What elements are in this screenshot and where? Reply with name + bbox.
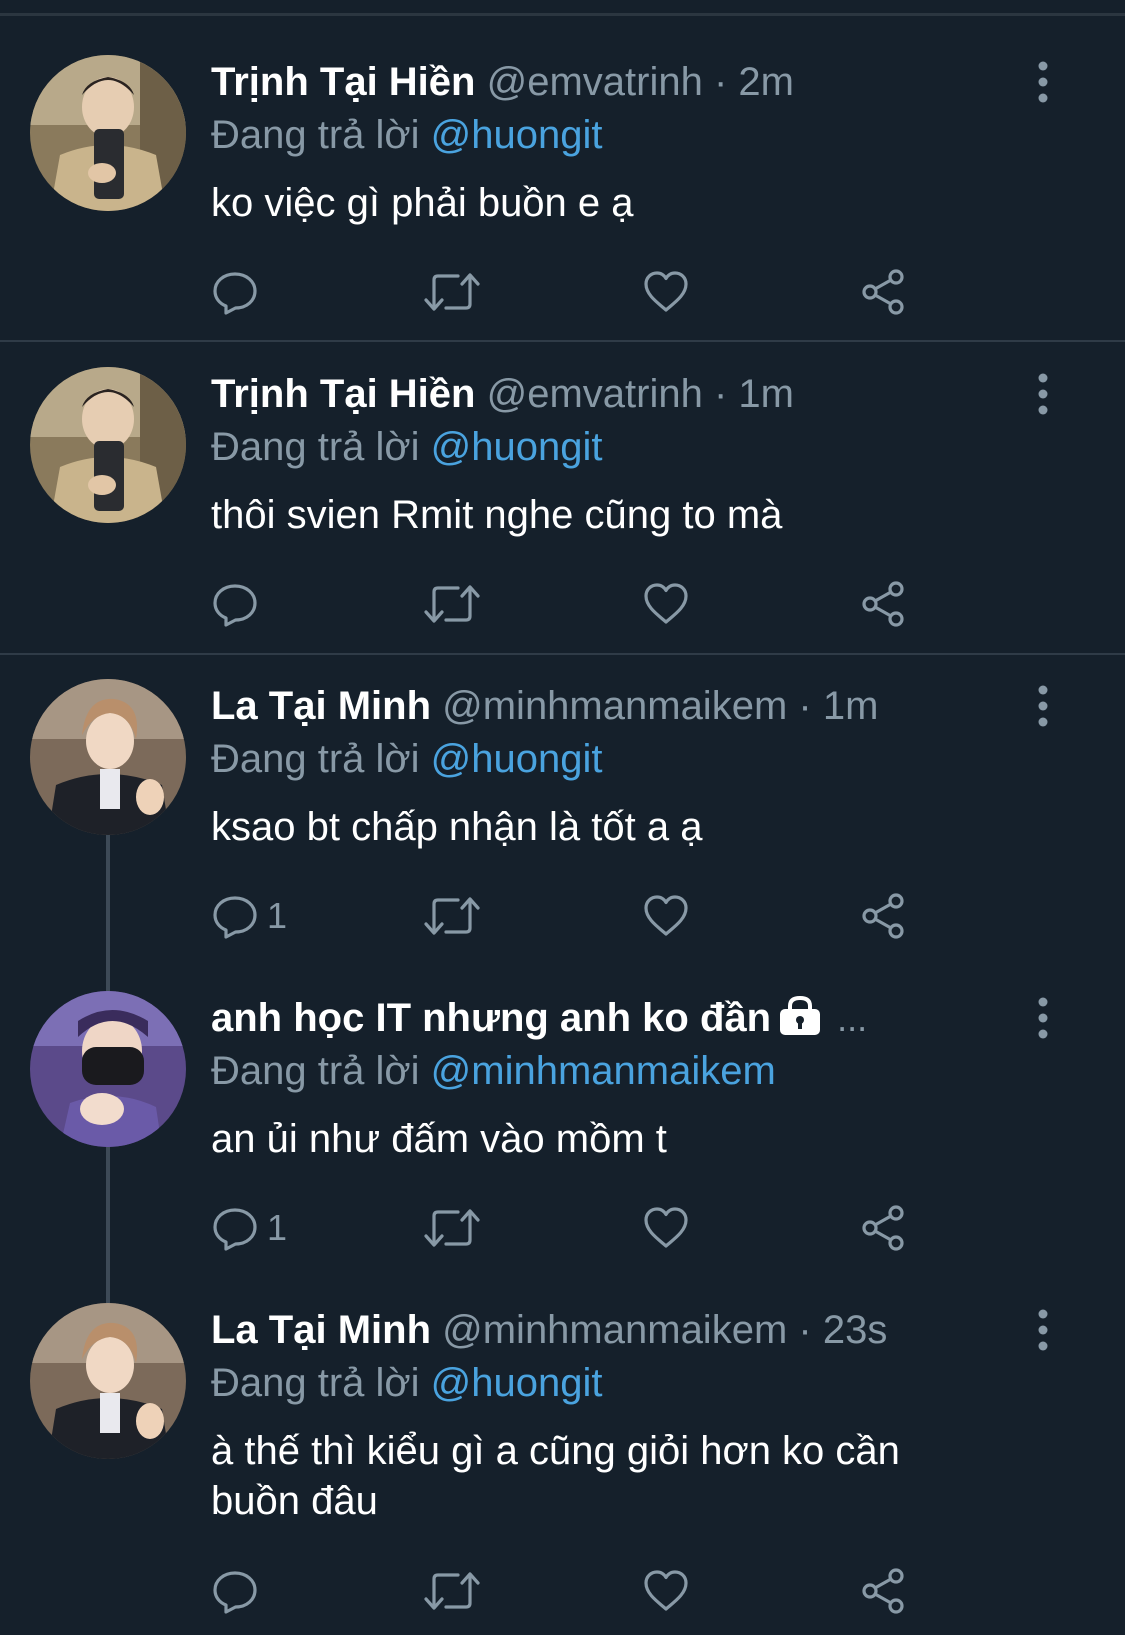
like-icon <box>642 1204 690 1252</box>
tweet[interactable]: Trịnh Tại Hiền @emvatrinh · 2m Đang trả … <box>0 0 1125 342</box>
like-icon <box>642 580 690 628</box>
replying-to: Đang trả lời @minhmanmaikem <box>211 1046 776 1096</box>
like-icon <box>642 268 690 316</box>
timestamp[interactable]: 1m <box>823 684 879 728</box>
timestamp[interactable]: 1m <box>738 372 794 416</box>
share-icon <box>860 580 908 628</box>
tweet[interactable]: La Tại Minh @minhmanmaikem · 23s Đang tr… <box>0 1248 1125 1635</box>
reply-button[interactable] <box>211 1563 267 1619</box>
avatar[interactable] <box>30 367 186 523</box>
display-name[interactable]: anh học IT nhưng anh ko đần <box>211 996 771 1040</box>
mention-link[interactable]: @huongit <box>431 113 603 157</box>
replying-prefix: Đang trả lời <box>211 425 420 469</box>
separator-dot: · <box>713 372 728 416</box>
user-handle[interactable]: @minhmanmaikem <box>442 1308 787 1352</box>
tweet-header: Trịnh Tại Hiền @emvatrinh · 1m <box>211 364 794 424</box>
replying-prefix: Đang trả lời <box>211 1049 420 1093</box>
avatar[interactable] <box>30 55 186 211</box>
user-handle[interactable]: @minhmanmaikem <box>442 684 787 728</box>
tweet-header: anh học IT nhưng anh ko đần ... <box>211 988 867 1048</box>
retweet-icon <box>424 268 480 316</box>
retweet-icon <box>424 1204 480 1252</box>
avatar[interactable] <box>30 679 186 835</box>
tweet-text: ko việc gì phải buồn e ạ <box>211 181 634 225</box>
reply-icon <box>211 892 259 940</box>
tweet-header: La Tại Minh @minhmanmaikem · 23s <box>211 1300 887 1360</box>
mention-link[interactable]: @huongit <box>431 425 603 469</box>
tweet-text: à thế thì kiểu gì a cũng giỏi hơn ko cần… <box>211 1429 900 1523</box>
more-icon[interactable] <box>1033 994 1053 1042</box>
action-bar <box>211 1563 931 1619</box>
reply-icon <box>211 1567 259 1615</box>
more-icon[interactable] <box>1033 370 1053 418</box>
tweet-header: La Tại Minh @minhmanmaikem · 1m <box>211 676 878 736</box>
tweet-header: Trịnh Tại Hiền @emvatrinh · 2m <box>211 52 794 112</box>
share-icon <box>860 892 908 940</box>
more-icon[interactable] <box>1033 58 1053 106</box>
avatar[interactable] <box>30 1303 186 1459</box>
like-icon <box>642 892 690 940</box>
reply-icon <box>211 1204 259 1252</box>
separator-dot: · <box>798 684 812 728</box>
name-truncation: ... <box>837 998 868 1039</box>
user-handle[interactable]: @emvatrinh <box>487 60 703 104</box>
mention-link[interactable]: @huongit <box>431 737 603 781</box>
replying-to: Đang trả lời @huongit <box>211 422 603 472</box>
avatar[interactable] <box>30 991 186 1147</box>
display-name[interactable]: Trịnh Tại Hiền <box>211 60 475 104</box>
reply-count: 1 <box>267 895 288 936</box>
replying-to: Đang trả lời @huongit <box>211 1358 603 1408</box>
separator-dot: · <box>798 1308 812 1352</box>
retweet-icon <box>424 1567 480 1615</box>
more-icon[interactable] <box>1033 682 1053 730</box>
more-icon[interactable] <box>1033 1306 1053 1354</box>
tweet[interactable]: Trịnh Tại Hiền @emvatrinh · 1m Đang trả … <box>0 312 1125 655</box>
display-name[interactable]: La Tại Minh <box>211 684 431 728</box>
user-handle[interactable]: @emvatrinh <box>487 372 703 416</box>
retweet-icon <box>424 580 480 628</box>
tweet-text: an ủi như đấm vào mồm t <box>211 1117 667 1161</box>
share-icon <box>860 268 908 316</box>
replying-to: Đang trả lời @huongit <box>211 110 603 160</box>
tweet-text: ksao bt chấp nhận là tốt a ạ <box>211 805 703 849</box>
replying-prefix: Đang trả lời <box>211 1361 420 1405</box>
share-icon <box>860 1567 908 1615</box>
like-icon <box>642 1567 690 1615</box>
lock-icon <box>780 996 821 1035</box>
replying-prefix: Đang trả lời <box>211 737 420 781</box>
tweet-text: thôi svien Rmit nghe cũng to mà <box>211 493 783 537</box>
reply-icon <box>211 580 259 628</box>
mention-link[interactable]: @minhmanmaikem <box>431 1049 776 1093</box>
timestamp[interactable]: 23s <box>823 1308 888 1352</box>
share-icon <box>860 1204 908 1252</box>
reply-count: 1 <box>267 1207 288 1248</box>
timestamp[interactable]: 2m <box>738 60 794 104</box>
tweet[interactable]: anh học IT nhưng anh ko đần ... Đang trả… <box>0 936 1125 1305</box>
replying-prefix: Đang trả lời <box>211 113 420 157</box>
display-name[interactable]: Trịnh Tại Hiền <box>211 372 475 416</box>
share-button[interactable] <box>860 1563 908 1619</box>
tweet[interactable]: La Tại Minh @minhmanmaikem · 1m Đang trả… <box>0 624 1125 993</box>
mention-link[interactable]: @huongit <box>431 1361 603 1405</box>
retweet-icon <box>424 892 480 940</box>
reply-icon <box>211 268 259 316</box>
replying-to: Đang trả lời @huongit <box>211 734 603 784</box>
like-button[interactable] <box>642 1563 690 1619</box>
display-name[interactable]: La Tại Minh <box>211 1308 431 1352</box>
separator-dot: · <box>713 60 728 104</box>
retweet-button[interactable] <box>424 1563 480 1619</box>
